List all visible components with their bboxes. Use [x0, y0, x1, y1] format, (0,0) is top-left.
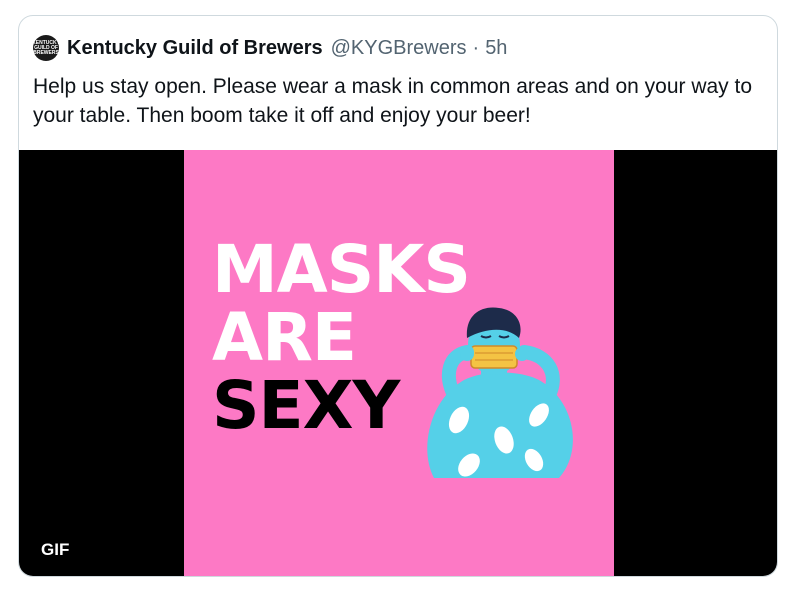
- headline-line-1: MASKS: [212, 231, 471, 308]
- tweet-header: KENTUCKY GUILD OF BREWERS Kentucky Guild…: [32, 34, 507, 62]
- avatar-logo-text: KENTUCKY GUILD OF BREWERS: [32, 39, 60, 56]
- author-name[interactable]: Kentucky Guild of Brewers: [67, 37, 323, 60]
- gif-media[interactable]: MASKS ARE SEXY GIF: [19, 150, 777, 576]
- gif-badge: GIF: [41, 540, 70, 559]
- separator: ·: [472, 36, 480, 59]
- timestamp[interactable]: 5h: [485, 37, 507, 60]
- author-handle[interactable]: @KYGBrewers: [331, 37, 467, 60]
- gif-frame: MASKS ARE SEXY: [184, 150, 614, 576]
- avatar[interactable]: KENTUCKY GUILD OF BREWERS: [32, 35, 60, 61]
- tweet-card[interactable]: KENTUCKY GUILD OF BREWERS Kentucky Guild…: [18, 15, 778, 577]
- tweet-text: Help us stay open. Please wear a mask in…: [33, 75, 753, 127]
- person-wearing-mask-illustration: [427, 307, 573, 478]
